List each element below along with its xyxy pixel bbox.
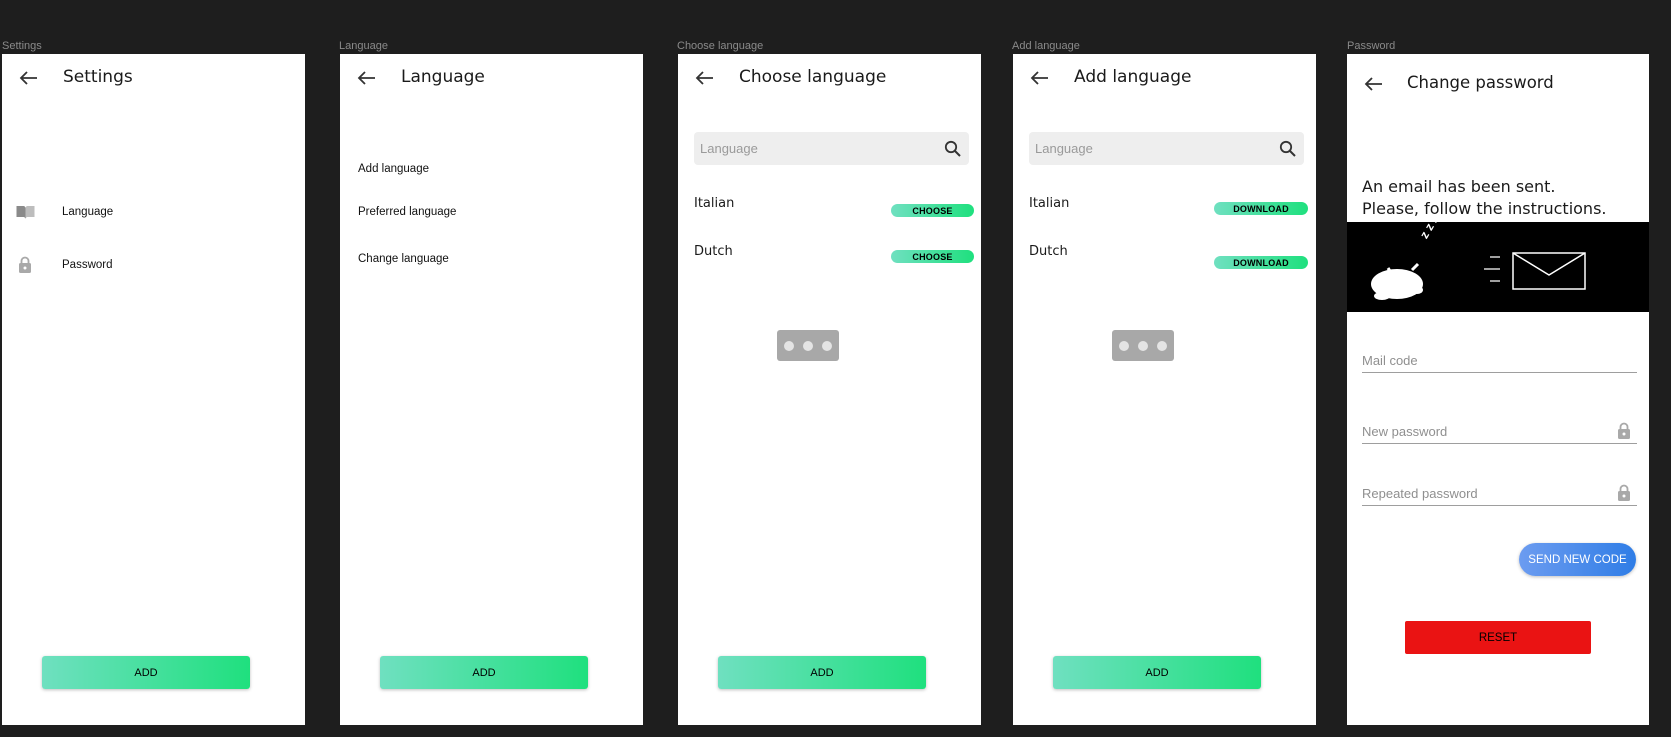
lock-icon	[19, 256, 31, 273]
add-language-screen: Add language Italian DOWNLOAD Dutch DOWN…	[1013, 54, 1316, 725]
frame-label-language: Language	[339, 40, 388, 52]
add-button[interactable]: ADD	[42, 656, 250, 689]
search-icon[interactable]	[1279, 140, 1296, 157]
choose-language-screen: Choose language Italian CHOOSE Dutch CHO…	[678, 54, 981, 725]
message-line-2: Please, follow the instructions.	[1362, 199, 1607, 218]
page-title: Language	[401, 67, 485, 87]
change-password-screen: Change password An email has been sent. …	[1347, 54, 1649, 725]
add-button[interactable]: ADD	[1053, 656, 1261, 689]
search-box	[694, 132, 969, 165]
book-icon	[16, 206, 35, 219]
settings-item-password[interactable]: Password	[62, 259, 113, 271]
language-name-dutch: Dutch	[1029, 244, 1068, 259]
search-input[interactable]	[1035, 132, 1265, 165]
language-name-italian: Italian	[694, 196, 735, 211]
download-button[interactable]: DOWNLOAD	[1214, 256, 1308, 269]
email-sent-message: An email has been sent. Please, follow t…	[1362, 176, 1607, 220]
sleeping-mail-illustration: z z z	[1347, 213, 1649, 312]
new-password-field	[1362, 421, 1637, 444]
language-name-italian: Italian	[1029, 196, 1070, 211]
lock-icon	[1618, 422, 1630, 439]
loading-indicator	[777, 330, 839, 361]
page-title: Change password	[1407, 73, 1554, 92]
menu-item-change-language[interactable]: Change language	[358, 253, 449, 265]
add-button[interactable]: ADD	[718, 656, 926, 689]
back-arrow-icon[interactable]	[18, 70, 38, 86]
page-title: Settings	[63, 67, 133, 87]
menu-item-preferred-language[interactable]: Preferred language	[358, 206, 456, 218]
page-title: Choose language	[739, 67, 887, 87]
back-arrow-icon[interactable]	[1363, 76, 1383, 92]
page-title: Add language	[1074, 67, 1192, 87]
loading-dot	[1157, 340, 1167, 351]
loading-dot	[803, 340, 813, 351]
search-icon[interactable]	[944, 140, 961, 157]
add-button[interactable]: ADD	[380, 656, 588, 689]
back-arrow-icon[interactable]	[694, 70, 714, 86]
back-arrow-icon[interactable]	[356, 70, 376, 86]
speed-lines-icon	[1484, 256, 1500, 282]
download-button[interactable]: DOWNLOAD	[1214, 202, 1308, 215]
loading-dot	[1138, 340, 1148, 351]
loading-dot	[822, 340, 832, 351]
frame-label-add-language: Add language	[1012, 40, 1080, 52]
repeated-password-field	[1362, 483, 1637, 506]
mail-code-field	[1362, 350, 1637, 373]
frame-label-password: Password	[1347, 40, 1396, 52]
search-box	[1029, 132, 1304, 165]
settings-item-language[interactable]: Language	[62, 206, 113, 218]
frame-label-choose-language: Choose language	[677, 40, 764, 52]
search-input[interactable]	[700, 132, 930, 165]
language-screen: Language Add language Preferred language…	[340, 54, 643, 725]
language-name-dutch: Dutch	[694, 244, 733, 259]
lock-icon	[1618, 484, 1630, 501]
loading-indicator	[1112, 330, 1174, 361]
new-password-input[interactable]	[1362, 424, 1602, 439]
send-new-code-button[interactable]: SEND NEW CODE	[1519, 543, 1636, 576]
back-arrow-icon[interactable]	[1029, 70, 1049, 86]
reset-button[interactable]: RESET	[1405, 621, 1591, 654]
frame-label-settings: Settings	[2, 40, 42, 52]
message-line-1: An email has been sent.	[1362, 177, 1556, 196]
repeated-password-input[interactable]	[1362, 486, 1602, 501]
choose-button[interactable]: CHOOSE	[891, 204, 974, 217]
menu-item-add-language[interactable]: Add language	[358, 163, 429, 175]
choose-button[interactable]: CHOOSE	[891, 250, 974, 263]
mail-code-input[interactable]	[1362, 353, 1602, 368]
envelope-icon	[1512, 252, 1586, 290]
loading-dot	[784, 340, 794, 351]
settings-screen: Settings Language Password ADD	[2, 54, 305, 725]
loading-dot	[1119, 340, 1129, 351]
